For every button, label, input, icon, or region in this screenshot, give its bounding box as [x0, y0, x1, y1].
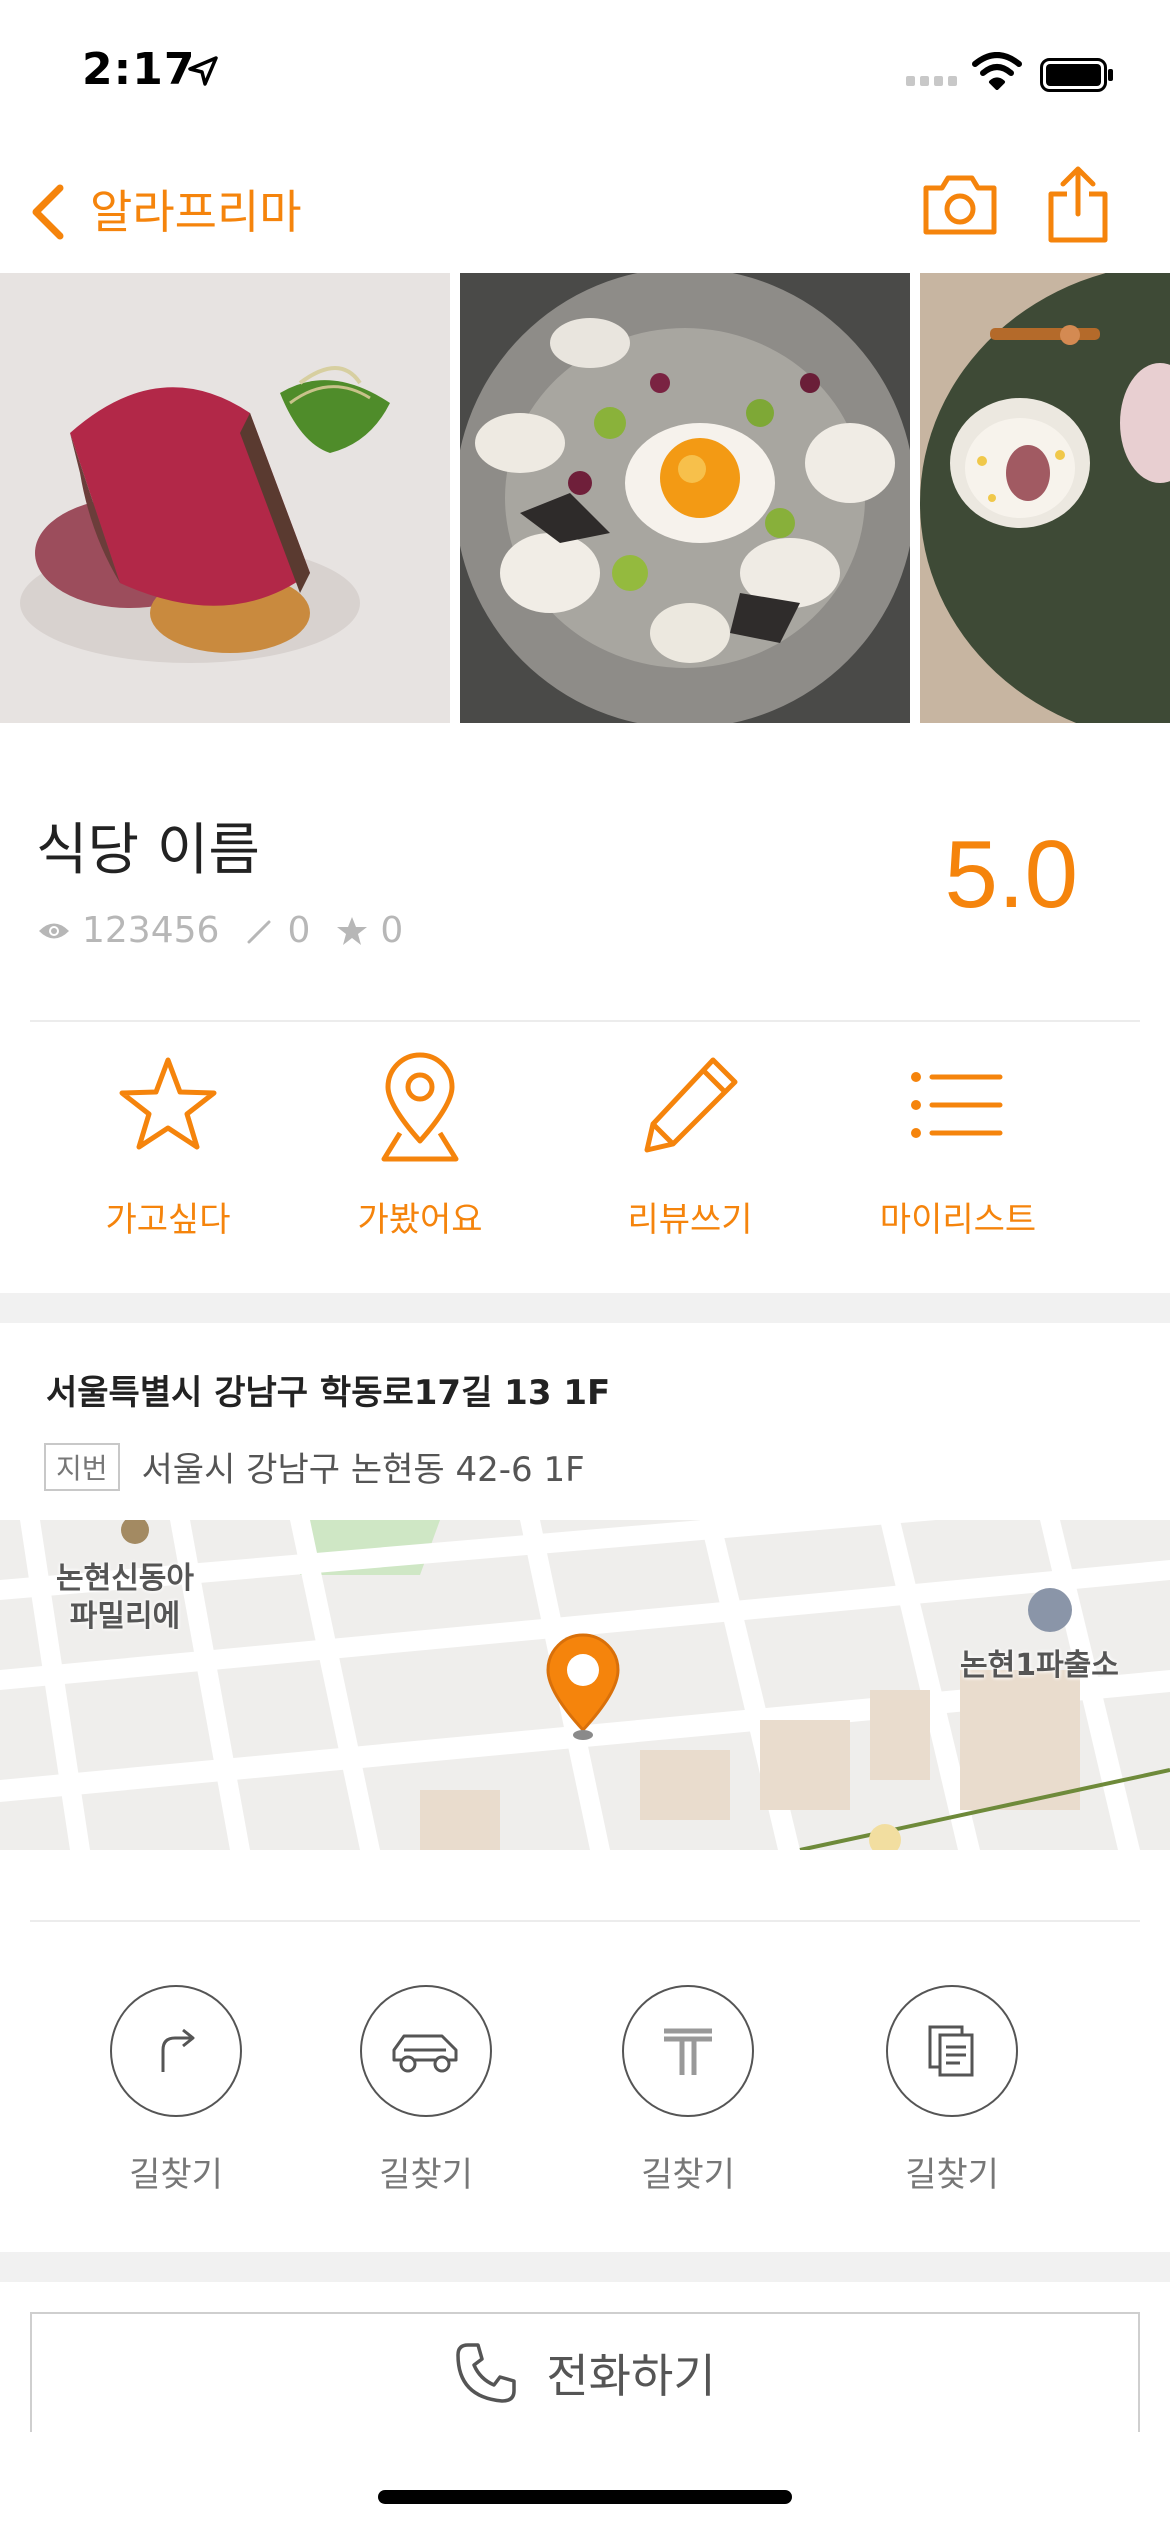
- want-to-go-label: 가고싶다: [105, 1200, 231, 1240]
- directions-label: 길찾기: [379, 2155, 473, 2195]
- call-label: 전화하기: [546, 2349, 716, 2403]
- section-separator: [0, 2252, 1170, 2282]
- divider: [30, 1920, 1140, 1922]
- write-review-label: 리뷰쓰기: [627, 1200, 753, 1240]
- soup-bowl-photo[interactable]: [920, 273, 1170, 723]
- directions-taxi-button[interactable]: 길찾기: [588, 1985, 788, 2196]
- directions-row: 길찾기 길찾기 길찾기 길찾기: [0, 1985, 1170, 2205]
- map-label-police: 논현1파출소: [960, 1648, 1119, 1683]
- phone-icon: [456, 2343, 517, 2403]
- jibun-address-row[interactable]: 지번 서울시 강남구 논현동 42-6 1F: [44, 1442, 585, 1491]
- nav-title[interactable]: 알라프리마: [90, 176, 302, 242]
- road-address[interactable]: 서울특별시 강남구 학동로17길 13 1F: [46, 1365, 610, 1414]
- wifi-icon: [972, 52, 1022, 90]
- map-pin-icon: [381, 1052, 459, 1162]
- share-icon[interactable]: [1045, 164, 1111, 246]
- car-icon: [392, 2034, 458, 2073]
- battery-icon: [1040, 58, 1113, 92]
- pencil-small-icon: [247, 920, 271, 943]
- directions-copy-button[interactable]: 길찾기: [852, 1985, 1052, 2196]
- directions-turn-button[interactable]: 길찾기: [76, 1985, 276, 2196]
- my-list-label: 마이리스트: [879, 1200, 1037, 1240]
- taxi-t-icon: [664, 2028, 712, 2075]
- status-time: 2:17: [82, 44, 196, 95]
- view-count: 123456: [82, 910, 220, 951]
- nav-bar: 알라프리마: [0, 150, 1170, 270]
- directions-car-button[interactable]: 길찾기: [326, 1985, 526, 2196]
- seared-beef-photo[interactable]: [0, 273, 450, 723]
- star-small-icon: [337, 916, 368, 945]
- status-bar: 2:17: [0, 0, 1170, 150]
- my-list-button[interactable]: 마이리스트: [838, 1040, 1078, 1241]
- photo-gallery[interactable]: [0, 273, 1170, 723]
- section-separator: [0, 1293, 1170, 1323]
- directions-label: 길찾기: [905, 2155, 999, 2195]
- home-indicator[interactable]: [378, 2490, 792, 2504]
- map-label-apartment: 논현신동아 파밀리에: [56, 1561, 194, 1634]
- location-marker-icon: [546, 1633, 620, 1740]
- location-map[interactable]: 논현신동아 파밀리에 논현1파출소: [0, 1520, 1170, 1850]
- jibun-address: 서울시 강남구 논현동 42-6 1F: [141, 1450, 585, 1490]
- been-there-button[interactable]: 가봤어요: [300, 1040, 540, 1241]
- back-chevron-icon[interactable]: [20, 176, 80, 246]
- restaurant-stats: 123456 0 0: [38, 910, 403, 951]
- eye-icon: [39, 923, 69, 938]
- been-there-label: 가봤어요: [357, 1200, 483, 1240]
- review-count: 0: [287, 910, 311, 951]
- list-icon: [911, 1072, 1003, 1138]
- star-outline-icon: [119, 1057, 217, 1150]
- rating-score: 5.0: [944, 821, 1078, 928]
- directions-label: 길찾기: [129, 2155, 223, 2195]
- directions-label: 길찾기: [641, 2155, 735, 2195]
- camera-icon[interactable]: [920, 172, 1000, 238]
- star-count: 0: [380, 910, 404, 951]
- want-to-go-button[interactable]: 가고싶다: [48, 1040, 288, 1241]
- location-arrow-icon: [188, 56, 218, 86]
- pencil-icon: [644, 1057, 738, 1153]
- divider: [30, 1020, 1140, 1022]
- turn-right-arrow-icon: [161, 2028, 195, 2072]
- cellular-signal-icon: [906, 76, 957, 86]
- action-row: 가고싶다 가봤어요 리뷰쓰기 마이리스트: [0, 1040, 1170, 1260]
- copy-document-icon: [928, 2025, 974, 2077]
- restaurant-name: 식당 이름: [36, 818, 260, 883]
- jibun-badge: 지번: [44, 1442, 120, 1491]
- write-review-button[interactable]: 리뷰쓰기: [570, 1040, 810, 1241]
- mushroom-egg-salad-photo[interactable]: [460, 273, 910, 723]
- call-button[interactable]: 전화하기: [30, 2312, 1140, 2432]
